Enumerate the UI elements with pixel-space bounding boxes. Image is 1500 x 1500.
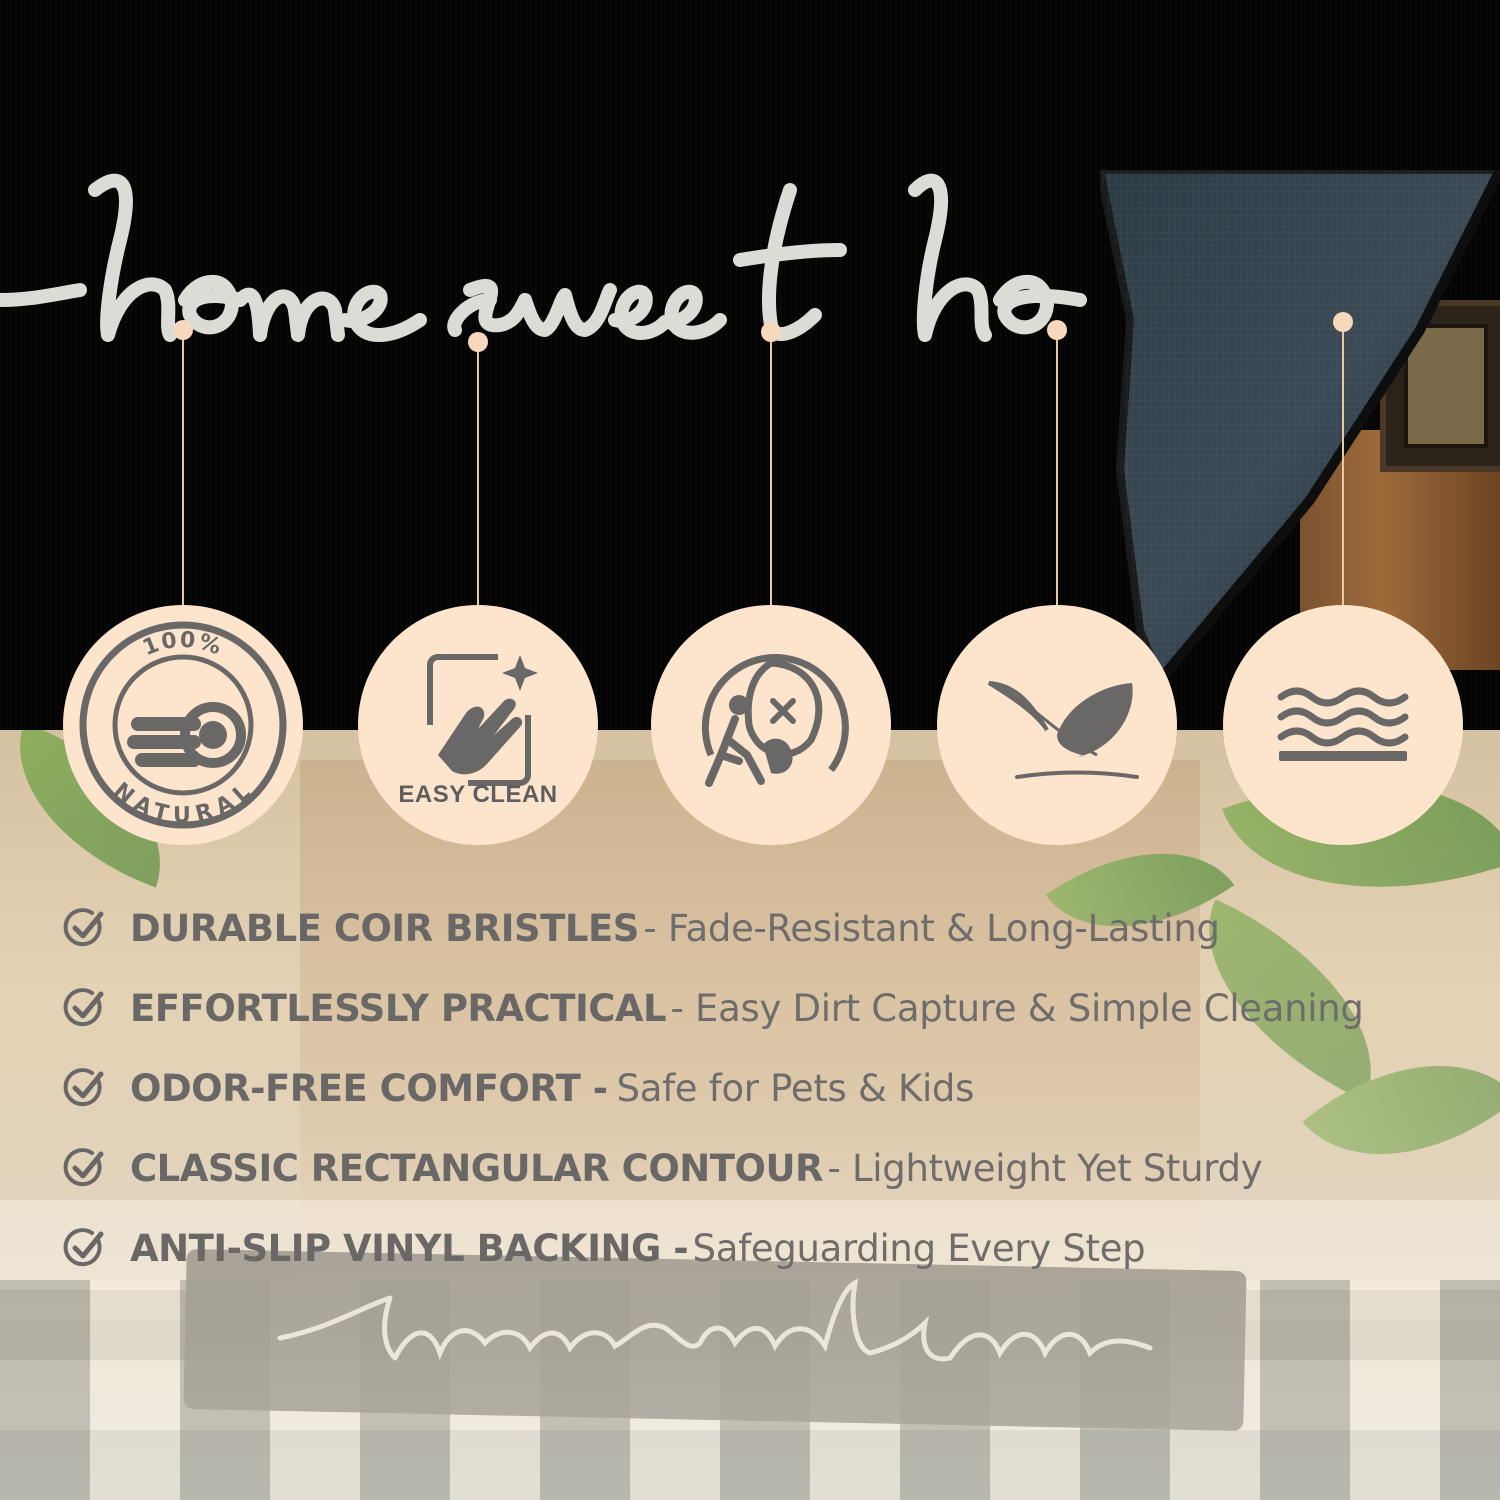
connector-dot: [1047, 320, 1067, 340]
benefit-item: CLASSIC RECTANGULAR CONTOUR - Lightweigh…: [62, 1128, 1482, 1208]
check-circle-icon: [63, 1148, 104, 1187]
benefit-item: ANTI-SLIP VINYL BACKING - Safeguarding E…: [62, 1208, 1482, 1288]
feature-badge: [651, 605, 891, 845]
connector-dot: [173, 320, 193, 340]
benefit-title: ANTI-SLIP VINYL BACKING -: [130, 1226, 689, 1270]
benefit-item: DURABLE COIR BRISTLES - Fade-Resistant &…: [62, 888, 1482, 968]
benefit-description: - Fade-Resistant & Long-Lasting: [643, 906, 1220, 950]
benefit-description: - Lightweight Yet Sturdy: [827, 1146, 1263, 1190]
benefit-item: EFFORTLESSLY PRACTICAL - Easy Dirt Captu…: [62, 968, 1482, 1048]
check-circle-icon: [63, 988, 104, 1027]
feature-badge: [1223, 605, 1463, 845]
safe-for-pets-kids-icon: [701, 654, 849, 787]
connector-dot: [1333, 312, 1353, 332]
waves-layers-icon: [1277, 687, 1409, 761]
easy-clean-hand-icon: [427, 654, 538, 786]
connector-line: [1342, 330, 1344, 605]
connector-dot: [468, 332, 488, 352]
feature-layers: [1223, 0, 1463, 860]
benefit-description: Safe for Pets & Kids: [616, 1066, 975, 1110]
feature-pet-kid-safe: [651, 0, 891, 860]
benefit-title: DURABLE COIR BRISTLES: [130, 906, 639, 950]
feature-easy-clean: EASY CLEAN: [358, 0, 598, 860]
coconut-natural-icon: 100% NATURAL: [79, 621, 287, 829]
product-scene: 100% NATURAL EASY CLEAN DURABLE COIR BRI…: [0, 0, 1500, 1500]
svg-text:NATURAL: NATURAL: [109, 778, 258, 828]
feature-natural: 100% NATURAL: [63, 0, 303, 860]
feature-badge: 100% NATURAL: [63, 605, 303, 845]
check-circle-icon: [63, 1228, 104, 1267]
badge-bottom-text: NATURAL: [109, 778, 255, 828]
check-circle-icon: [63, 908, 104, 947]
feature-lightweight: [937, 0, 1177, 860]
connector-line: [477, 342, 479, 605]
connector-line: [1056, 340, 1058, 605]
feature-lightweight-icon: [987, 681, 1139, 779]
connector-dot: [761, 322, 781, 342]
benefit-item: ODOR-FREE COMFORT - Safe for Pets & Kids: [62, 1048, 1482, 1128]
benefit-title: ODOR-FREE COMFORT -: [130, 1066, 608, 1110]
connector-line: [770, 342, 772, 605]
connector-line: [182, 330, 184, 605]
feature-badge: [937, 605, 1177, 845]
feature-badge: EASY CLEAN: [358, 605, 598, 845]
easy-clean-caption: EASY CLEAN: [398, 781, 558, 808]
check-circle-icon: [63, 1068, 104, 1107]
benefit-description: Safeguarding Every Step: [692, 1226, 1146, 1270]
feature-icons-row: 100% NATURAL EASY CLEAN: [0, 0, 1500, 860]
benefit-title: CLASSIC RECTANGULAR CONTOUR: [130, 1146, 824, 1190]
benefit-description: - Easy Dirt Capture & Simple Cleaning: [670, 986, 1364, 1030]
benefits-list: DURABLE COIR BRISTLES - Fade-Resistant &…: [62, 888, 1482, 1288]
benefit-title: EFFORTLESSLY PRACTICAL: [130, 986, 667, 1030]
